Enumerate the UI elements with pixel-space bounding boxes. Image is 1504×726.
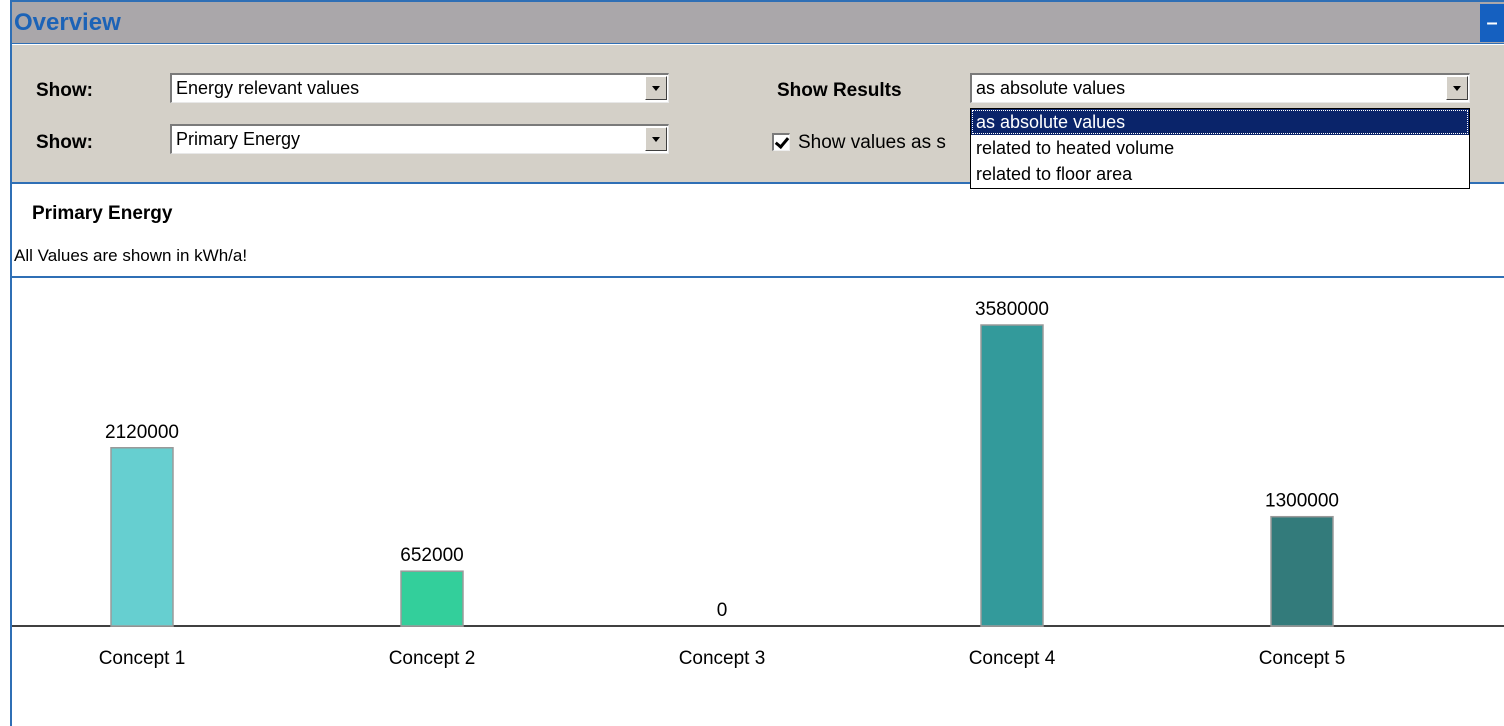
bar-value-label-5: 1300000 [1265, 491, 1339, 512]
bar-value-label-2: 652000 [400, 545, 463, 566]
show-select-2-value: Primary Energy [176, 129, 301, 149]
chart-heading: Primary Energy [32, 203, 173, 224]
bar-value-label-1: 2120000 [105, 422, 179, 443]
show-values-checkbox-label: Show values as s [798, 132, 946, 153]
bar-5 [1270, 515, 1334, 627]
show-label-1: Show: [36, 80, 93, 101]
chevron-down-icon[interactable] [645, 76, 667, 100]
show-results-value: as absolute values [976, 78, 1126, 98]
dropdown-option-absolute[interactable]: as absolute values [971, 109, 1469, 135]
chevron-down-icon[interactable] [1446, 76, 1468, 100]
category-label-2: Concept 2 [389, 648, 476, 669]
show-results-label: Show Results [777, 80, 902, 101]
category-label-1: Concept 1 [99, 648, 186, 669]
dropdown-option-heated-volume[interactable]: related to heated volume [971, 135, 1469, 161]
show-select-2[interactable]: Primary Energy [170, 124, 669, 154]
show-select-1-value: Energy relevant values [176, 78, 360, 98]
collapse-button[interactable]: – [1480, 4, 1504, 42]
bar-value-label-4: 3580000 [975, 299, 1049, 320]
category-label-3: Concept 3 [679, 648, 766, 669]
chart-area: 2120000 Concept 1 652000 Concept 2 0 Concept … [12, 280, 1504, 726]
info-section: Primary Energy All Values are shown in k… [12, 186, 1504, 278]
bar-4 [980, 324, 1044, 627]
bar-1 [110, 447, 174, 627]
category-label-4: Concept 4 [969, 648, 1056, 669]
show-label-2: Show: [36, 132, 93, 153]
category-label-5: Concept 5 [1259, 648, 1346, 669]
chevron-down-icon[interactable] [645, 127, 667, 151]
units-note: All Values are shown in kWh/a! [14, 246, 248, 265]
panel-title: Overview [14, 9, 121, 36]
dropdown-option-floor-area[interactable]: related to floor area [971, 161, 1469, 187]
show-results-dropdown-list[interactable]: as absolute values related to heated vol… [970, 108, 1470, 189]
overview-panel: Overview – Show: Energy relevant values … [10, 0, 1504, 726]
bar-value-label-3: 0 [717, 600, 728, 621]
panel-title-bar: Overview – [12, 2, 1504, 44]
show-select-1[interactable]: Energy relevant values [170, 73, 669, 103]
show-values-checkbox[interactable] [772, 133, 790, 151]
bar-chart: 2120000 Concept 1 652000 Concept 2 0 Concept … [12, 299, 1504, 669]
bar-2 [400, 570, 464, 627]
show-results-select[interactable]: as absolute values [970, 73, 1470, 103]
